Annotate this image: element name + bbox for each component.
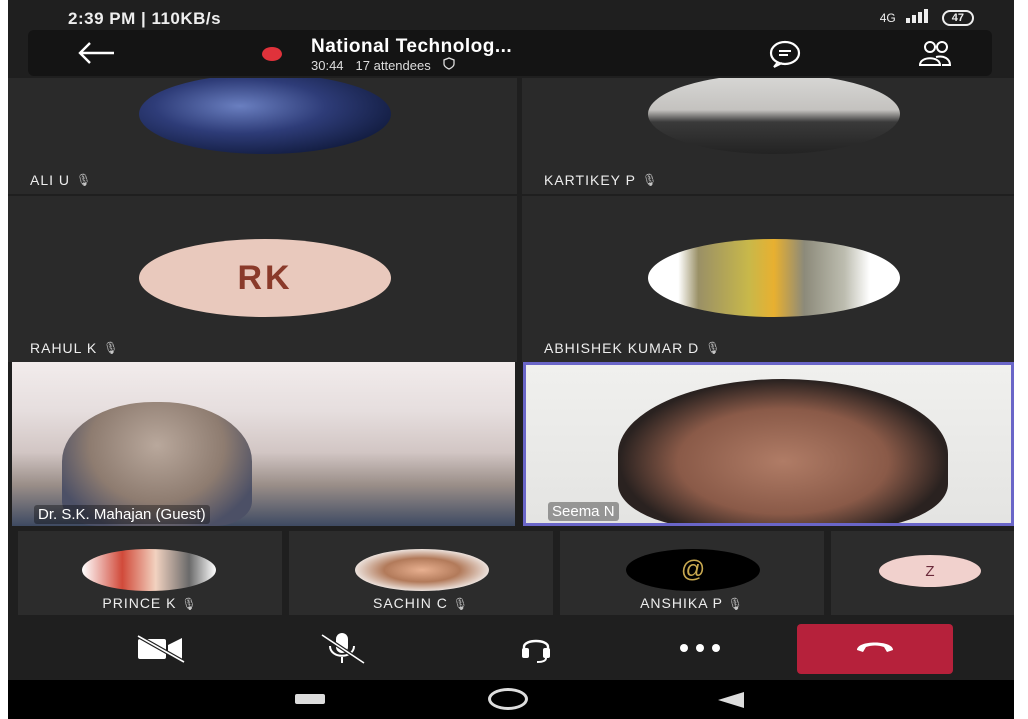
meeting-subtitle: 30:44 17 attendees	[311, 57, 455, 73]
mic-off-icon: 🎙	[705, 341, 722, 355]
home-icon[interactable]	[488, 688, 528, 710]
mic-off-icon: 🎙	[76, 173, 93, 187]
participant-name: SACHIN C 🎙	[289, 595, 553, 611]
participant-name-text: KARTIKEY P	[544, 172, 636, 188]
video-feed	[618, 379, 948, 523]
mic-off-icon[interactable]	[312, 628, 372, 668]
avatar	[648, 239, 900, 317]
arrow-left-icon[interactable]	[76, 38, 116, 68]
video-tile-mahajan[interactable]: Dr. S.K. Mahajan (Guest)	[12, 362, 515, 526]
status-right: 4G 47	[880, 9, 974, 26]
avatar	[648, 78, 900, 154]
participant-name: ALI U 🎙	[30, 172, 92, 188]
avatar	[82, 549, 216, 591]
meeting-duration: 30:44	[311, 57, 344, 73]
participant-name: ANSHIKA P 🎙	[560, 595, 824, 611]
people-icon[interactable]	[918, 39, 952, 69]
participant-name-text: ABHISHEK KUMAR D	[544, 340, 700, 356]
signal-icon	[905, 9, 932, 26]
participant-name-text: ANSHIKA P	[640, 595, 723, 611]
meeting-header: National Technolog... 30:44 17 attendees	[28, 30, 992, 76]
call-controls	[8, 616, 1014, 680]
battery-level: 47	[941, 9, 974, 26]
avatar: RK	[139, 239, 391, 317]
participant-name-text: SACHIN C	[372, 595, 448, 611]
shield-icon	[443, 57, 455, 73]
avatar	[139, 78, 391, 154]
mic-off-icon: 🎙	[452, 597, 470, 611]
hangup-button[interactable]	[797, 624, 953, 674]
network-label: 4G	[879, 10, 896, 25]
phone-screen: 2:39 PM | 110KB/s 4G 47 National Technol…	[8, 0, 1014, 719]
participant-tile-anshika[interactable]: @ ANSHIKA P 🎙	[560, 531, 824, 615]
hangup-icon	[853, 638, 897, 661]
status-time: 2:39 PM | 110KB/s	[68, 9, 222, 28]
participant-name: ABHISHEK KUMAR D 🎙	[544, 340, 721, 356]
meeting-title: National Technolog...	[311, 36, 513, 57]
participant-tile-ali[interactable]: ALI U 🎙	[8, 78, 517, 194]
participant-name-text: RAHUL K	[30, 340, 98, 356]
mic-off-icon: 🎙	[727, 597, 744, 611]
avatar: Z	[879, 555, 981, 587]
participant-name: Seema N	[548, 502, 619, 521]
participant-tile-prince[interactable]: PRINCE K 🎙	[18, 531, 282, 615]
camera-off-icon[interactable]	[132, 628, 192, 668]
video-tile-seema[interactable]: Seema N	[523, 362, 1014, 526]
participant-tile-z[interactable]: Z	[831, 531, 1014, 615]
attendee-count[interactable]: 17 attendees	[356, 58, 431, 73]
avatar: @	[626, 549, 760, 591]
mic-off-icon: 🎙	[181, 597, 198, 611]
participant-name: PRINCE K 🎙	[18, 595, 282, 611]
system-nav-bar	[8, 680, 1014, 719]
back-nav-icon[interactable]	[718, 692, 744, 708]
participant-name: Dr. S.K. Mahajan (Guest)	[34, 505, 210, 524]
participant-name: RAHUL K 🎙	[30, 340, 119, 356]
chat-icon[interactable]	[768, 39, 802, 69]
participant-name: KARTIKEY P 🎙	[544, 172, 658, 188]
participant-name-text: PRINCE K	[102, 595, 177, 611]
mic-off-icon: 🎙	[103, 341, 120, 355]
avatar	[355, 549, 489, 591]
participant-name-text: ALI U	[30, 172, 71, 188]
status-bar: 2:39 PM | 110KB/s 4G 47	[8, 0, 1014, 34]
participant-tile-kartikey[interactable]: KARTIKEY P 🎙	[522, 78, 1014, 194]
mic-off-icon: 🎙	[641, 173, 659, 187]
more-icon[interactable]	[670, 628, 730, 668]
record-icon	[262, 47, 282, 61]
participant-tile-abhishek[interactable]: ABHISHEK KUMAR D 🎙	[522, 196, 1014, 362]
participant-tile-rahul[interactable]: RK RAHUL K 🎙	[8, 196, 517, 362]
headset-icon[interactable]	[506, 628, 566, 668]
recents-icon[interactable]	[295, 694, 325, 704]
participant-tile-sachin[interactable]: SACHIN C 🎙	[289, 531, 553, 615]
